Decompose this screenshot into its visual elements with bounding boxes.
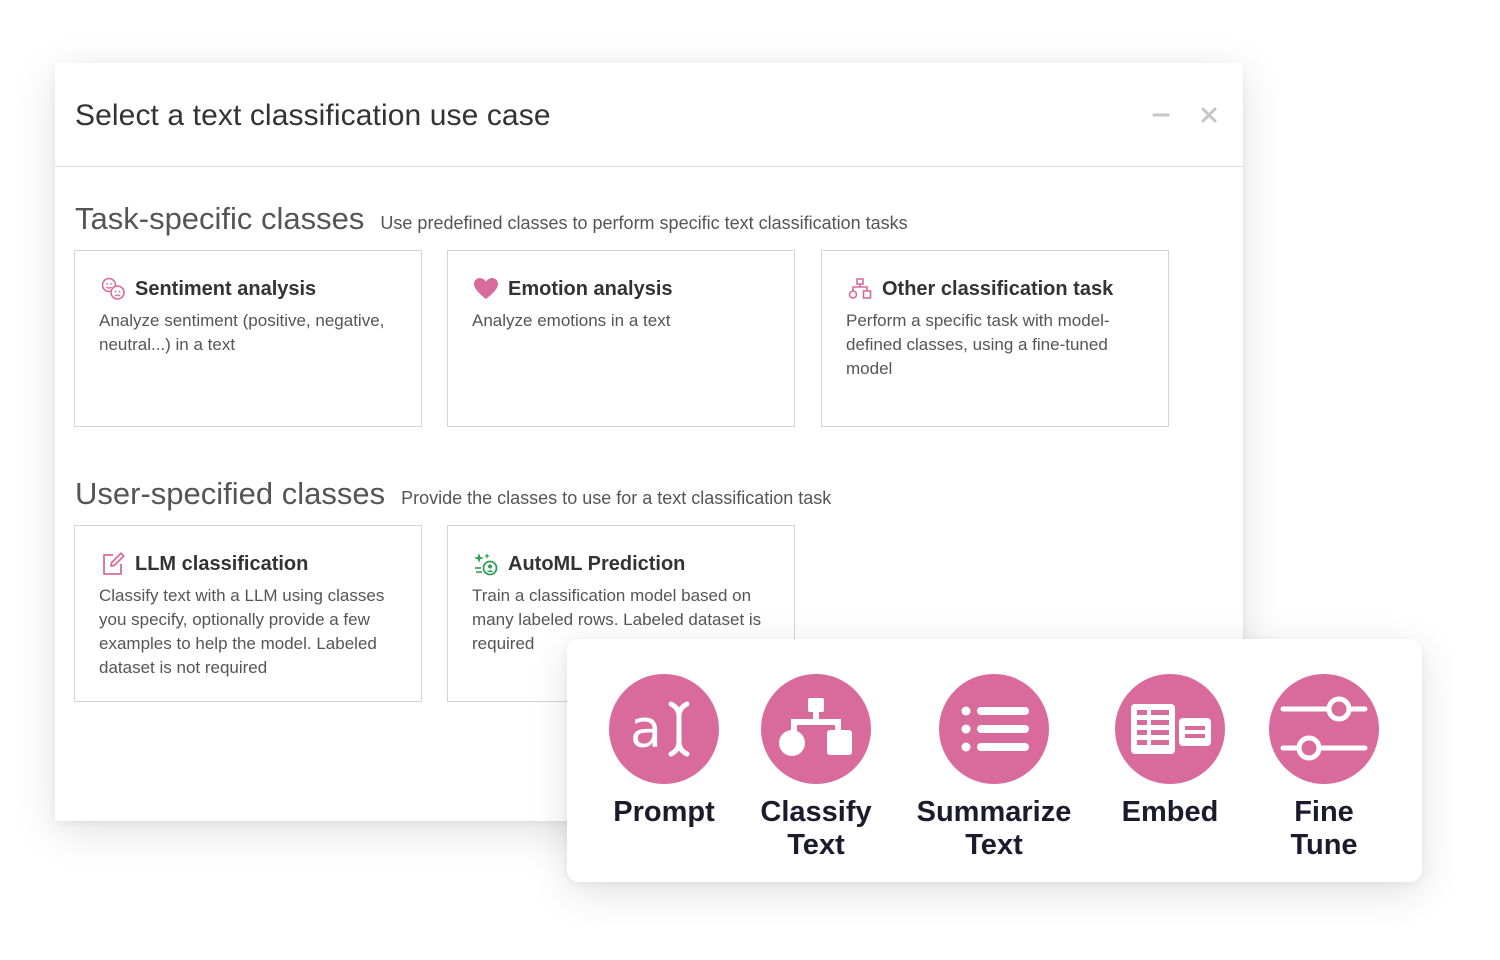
sliders-icon [1269, 674, 1379, 784]
tool-label: Prompt [613, 796, 715, 828]
tool-label: Embed [1121, 796, 1219, 828]
classify-text-tool[interactable]: Classify Text [731, 674, 901, 862]
sentiment-analysis-card[interactable]: Sentiment analysis Analyze sentiment (po… [74, 250, 422, 427]
tool-label: Fine Tune [1290, 796, 1358, 861]
task-specific-description: Use predefined classes to perform specif… [380, 213, 908, 233]
llm-classification-card[interactable]: LLM classification Classify text with a … [74, 525, 422, 702]
card-description: Analyze emotions in a text [472, 311, 671, 330]
svg-text:a: a [630, 700, 662, 760]
embed-table-icon [1115, 674, 1225, 784]
user-specified-description: Provide the classes to use for a text cl… [401, 488, 832, 508]
minimize-icon [1152, 113, 1170, 117]
card-title: AutoML Prediction [508, 552, 686, 575]
text-cursor-icon: a [609, 674, 719, 784]
tools-panel: a Prompt Classify Text Summarize Text Em… [567, 639, 1422, 882]
card-header: Sentiment analysis [99, 275, 316, 303]
task-specific-title: Task-specific classes [75, 201, 365, 236]
tool-label: Summarize Text [916, 796, 1072, 861]
heart-icon [472, 275, 500, 303]
embed-tool[interactable]: Embed [1085, 674, 1255, 829]
automl-sparkle-icon [472, 550, 500, 578]
card-title: Other classification task [882, 277, 1114, 300]
edit-note-icon [99, 550, 127, 578]
classification-tree-icon [846, 275, 874, 303]
minimize-button[interactable] [1149, 103, 1173, 127]
close-icon [1201, 107, 1217, 123]
other-classification-card[interactable]: Other classification task Perform a spec… [821, 250, 1169, 427]
emotion-analysis-card[interactable]: Emotion analysis Analyze emotions in a t… [447, 250, 795, 427]
tool-label: Classify Text [760, 796, 872, 861]
close-button[interactable] [1197, 103, 1221, 127]
card-header: Emotion analysis [472, 275, 673, 303]
dialog-header: Select a text classification use case [55, 63, 1243, 167]
list-icon [939, 674, 1049, 784]
card-title: Sentiment analysis [135, 277, 317, 300]
card-description: Perform a specific task with model-defin… [846, 311, 1110, 378]
task-specific-section-header: Task-specific classes Use predefined cla… [75, 201, 908, 237]
card-title: Emotion analysis [508, 277, 673, 300]
prompt-tool[interactable]: a Prompt [579, 674, 749, 829]
summarize-text-tool[interactable]: Summarize Text [909, 674, 1079, 862]
sentiment-faces-icon [99, 275, 127, 303]
dialog-title: Select a text classification use case [75, 99, 551, 132]
user-specified-section-header: User-specified classes Provide the class… [75, 476, 831, 512]
card-title: LLM classification [135, 552, 309, 575]
card-header: LLM classification [99, 550, 308, 578]
hierarchy-icon [761, 674, 871, 784]
card-description: Analyze sentiment (positive, negative, n… [99, 311, 385, 354]
card-header: AutoML Prediction [472, 550, 685, 578]
card-header: Other classification task [846, 275, 1113, 303]
user-specified-title: User-specified classes [75, 476, 386, 511]
card-description: Classify text with a LLM using classes y… [99, 586, 385, 677]
fine-tune-tool[interactable]: Fine Tune [1239, 674, 1409, 862]
